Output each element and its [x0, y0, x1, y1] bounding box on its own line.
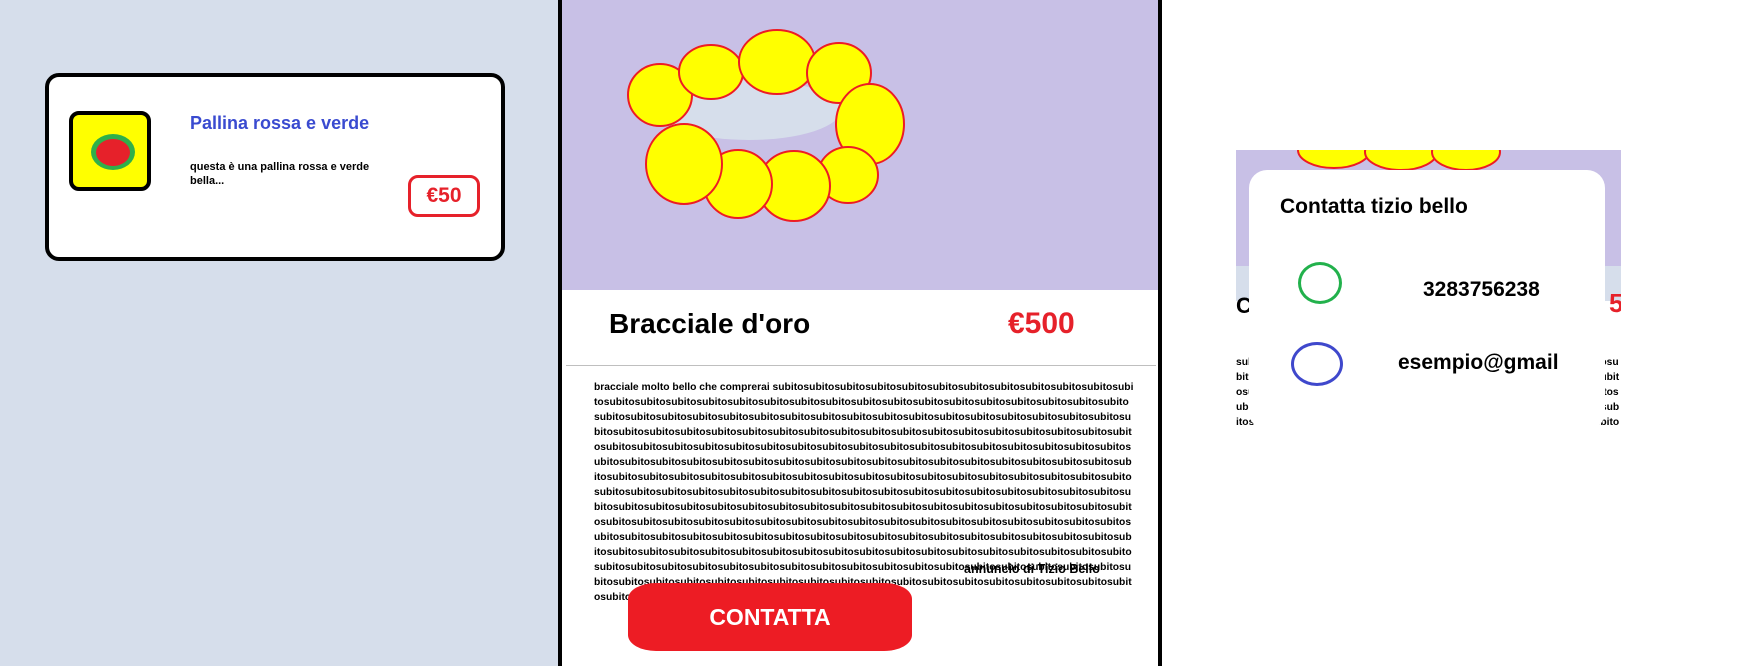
background-bracelet-bead [1297, 150, 1371, 169]
listing-author: annuncio di Tizio Bello [964, 562, 1100, 576]
email-address[interactable]: esempio@gmail [1398, 351, 1559, 375]
price-badge: €50 [408, 175, 480, 217]
ball-icon-red-center [96, 139, 130, 166]
background-price-fragment: 5 [1609, 288, 1621, 318]
detail-price: €500 [1008, 307, 1075, 340]
product-card[interactable]: Pallina rossa e verde questa è una palli… [45, 73, 505, 261]
product-thumbnail [69, 111, 151, 191]
modal-title: Contatta tizio bello [1280, 195, 1468, 218]
detail-title: Bracciale d'oro [609, 308, 811, 339]
contact-button[interactable]: CONTATTA [628, 583, 912, 651]
product-image [562, 0, 1158, 290]
detail-divider [566, 365, 1156, 366]
bracelet-illustration [627, 29, 905, 222]
phone-icon [1298, 262, 1342, 304]
contact-modal: Contatta tizio bello 3283756238 esempio@… [1249, 170, 1605, 430]
background-bracelet-bead [1364, 150, 1438, 171]
bracelet-bead [645, 123, 723, 205]
bracelet-bead [738, 29, 816, 95]
panel-divider-right [1158, 0, 1162, 666]
product-description: questa è una pallina rossa e verde bella… [190, 161, 370, 187]
background-bracelet-bead [1431, 150, 1501, 171]
bracelet-bead [678, 44, 744, 100]
product-title[interactable]: Pallina rossa e verde [190, 113, 369, 134]
phone-number[interactable]: 3283756238 [1423, 278, 1540, 302]
email-icon [1291, 342, 1343, 386]
